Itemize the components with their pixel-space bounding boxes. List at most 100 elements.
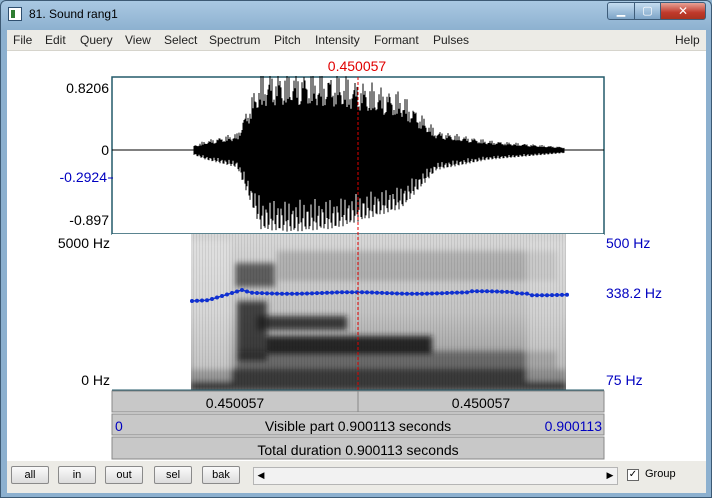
- menu-intensity[interactable]: Intensity: [315, 33, 360, 47]
- pitch-point: [500, 289, 504, 294]
- pitch-point: [375, 290, 379, 295]
- praat-sound-window: 81. Sound rang1 ▁ ▢ ✕ File Edit Query Vi…: [0, 0, 712, 498]
- menu-pitch[interactable]: Pitch: [274, 33, 301, 47]
- title-bar[interactable]: 81. Sound rang1 ▁ ▢ ✕: [1, 1, 711, 27]
- visible-start-label: 0: [115, 418, 123, 434]
- pitch-point: [190, 299, 194, 303]
- pitch-point: [225, 292, 229, 297]
- pitch-point: [415, 291, 419, 296]
- waveform-zero-label: 0: [101, 142, 109, 158]
- pitch-point: [365, 290, 369, 295]
- pitch-point: [215, 295, 219, 300]
- pitch-point: [275, 291, 279, 296]
- cursor-time-label: 0.450057: [328, 58, 387, 74]
- pitch-point: [310, 291, 314, 296]
- freq-top-label: 5000 Hz: [58, 235, 110, 251]
- right-segment-label: 0.450057: [452, 395, 511, 411]
- sound-editor-canvas: 0.450057 0.8206 0 -0.2924 -0.897 5000 Hz…: [58, 58, 662, 460]
- zoom-all-button[interactable]: all: [11, 466, 49, 484]
- menu-edit[interactable]: Edit: [45, 33, 66, 47]
- pitch-point: [305, 291, 309, 296]
- pitch-point: [235, 289, 239, 294]
- menu-view[interactable]: View: [125, 33, 151, 47]
- zoom-sel-button[interactable]: sel: [154, 466, 192, 484]
- visible-end-label: 0.900113: [545, 418, 603, 434]
- pitch-point: [260, 291, 264, 296]
- pitch-point: [255, 290, 259, 295]
- pitch-point: [390, 291, 394, 296]
- menu-spectrum[interactable]: Spectrum: [209, 33, 260, 47]
- scroll-right-icon[interactable]: ▶: [603, 468, 617, 484]
- pitch-point: [430, 291, 434, 296]
- pitch-point: [560, 292, 564, 297]
- pitch-point: [385, 291, 389, 296]
- pitch-point: [315, 291, 319, 296]
- pitch-point: [400, 291, 404, 296]
- pitch-point: [405, 291, 409, 296]
- pitch-point: [265, 291, 269, 296]
- menu-help[interactable]: Help: [675, 33, 700, 47]
- pitch-point: [515, 291, 519, 296]
- menu-formant[interactable]: Formant: [374, 33, 419, 47]
- group-checkbox[interactable]: ✓: [627, 469, 639, 481]
- menu-query[interactable]: Query: [80, 33, 113, 47]
- pitch-point: [530, 293, 534, 298]
- pitch-point: [540, 293, 544, 298]
- scroll-left-icon[interactable]: ◀: [254, 468, 268, 484]
- pitch-point: [425, 291, 429, 296]
- pitch-point: [330, 290, 334, 295]
- pitch-point: [205, 298, 209, 303]
- pitch-point: [360, 290, 364, 295]
- pitch-point: [480, 289, 484, 294]
- pitch-point: [210, 297, 214, 301]
- pitch-point: [435, 291, 439, 296]
- pitch-top-label: 500 Hz: [606, 235, 650, 251]
- pitch-point: [230, 291, 234, 295]
- pitch-point: [535, 293, 539, 298]
- pitch-point: [340, 290, 344, 295]
- pitch-point: [290, 291, 294, 296]
- pitch-point: [470, 289, 474, 294]
- pitch-point: [475, 289, 479, 294]
- window-title: 81. Sound rang1: [29, 7, 118, 21]
- zoom-in-button[interactable]: in: [58, 466, 96, 484]
- pitch-point: [450, 290, 454, 295]
- pitch-point: [220, 294, 224, 298]
- pitch-point: [550, 293, 554, 298]
- minimize-button[interactable]: ▁: [607, 2, 635, 20]
- pitch-point: [565, 292, 569, 297]
- pitch-point: [455, 290, 459, 295]
- pitch-point: [345, 290, 349, 295]
- pitch-point: [285, 291, 289, 296]
- menu-select[interactable]: Select: [164, 33, 197, 47]
- pitch-point: [195, 298, 199, 303]
- zoom-back-button[interactable]: bak: [202, 466, 240, 484]
- pitch-point: [490, 289, 494, 294]
- bottom-toolbar: all in out sel bak ◀ ▶ ✓ Group: [7, 463, 706, 493]
- maximize-button[interactable]: ▢: [634, 2, 661, 20]
- window-client: File Edit Query View Select Spectrum Pit…: [7, 30, 706, 493]
- horizontal-scrollbar[interactable]: ◀ ▶: [253, 467, 618, 485]
- close-button[interactable]: ✕: [660, 2, 706, 20]
- pitch-point: [440, 291, 444, 296]
- pitch-point: [520, 291, 524, 296]
- pitch-point: [465, 290, 469, 295]
- pitch-point: [325, 290, 329, 295]
- zoom-out-button[interactable]: out: [105, 466, 143, 484]
- pitch-point: [380, 290, 384, 295]
- pitch-point: [335, 290, 339, 295]
- freq-bottom-label: 0 Hz: [81, 372, 110, 388]
- pitch-point: [395, 291, 399, 296]
- pitch-point: [320, 290, 324, 295]
- pitch-point: [250, 290, 254, 295]
- left-segment-label: 0.450057: [206, 395, 265, 411]
- pitch-point: [270, 291, 274, 296]
- menu-file[interactable]: File: [13, 33, 32, 47]
- visible-part-label: Visible part 0.900113 seconds: [265, 418, 451, 434]
- menu-pulses[interactable]: Pulses: [433, 33, 469, 47]
- pitch-point: [420, 291, 424, 296]
- pitch-point: [510, 290, 514, 295]
- pitch-value-label: 338.2 Hz: [606, 285, 662, 301]
- pitch-point: [370, 290, 374, 295]
- pitch-point: [295, 291, 299, 296]
